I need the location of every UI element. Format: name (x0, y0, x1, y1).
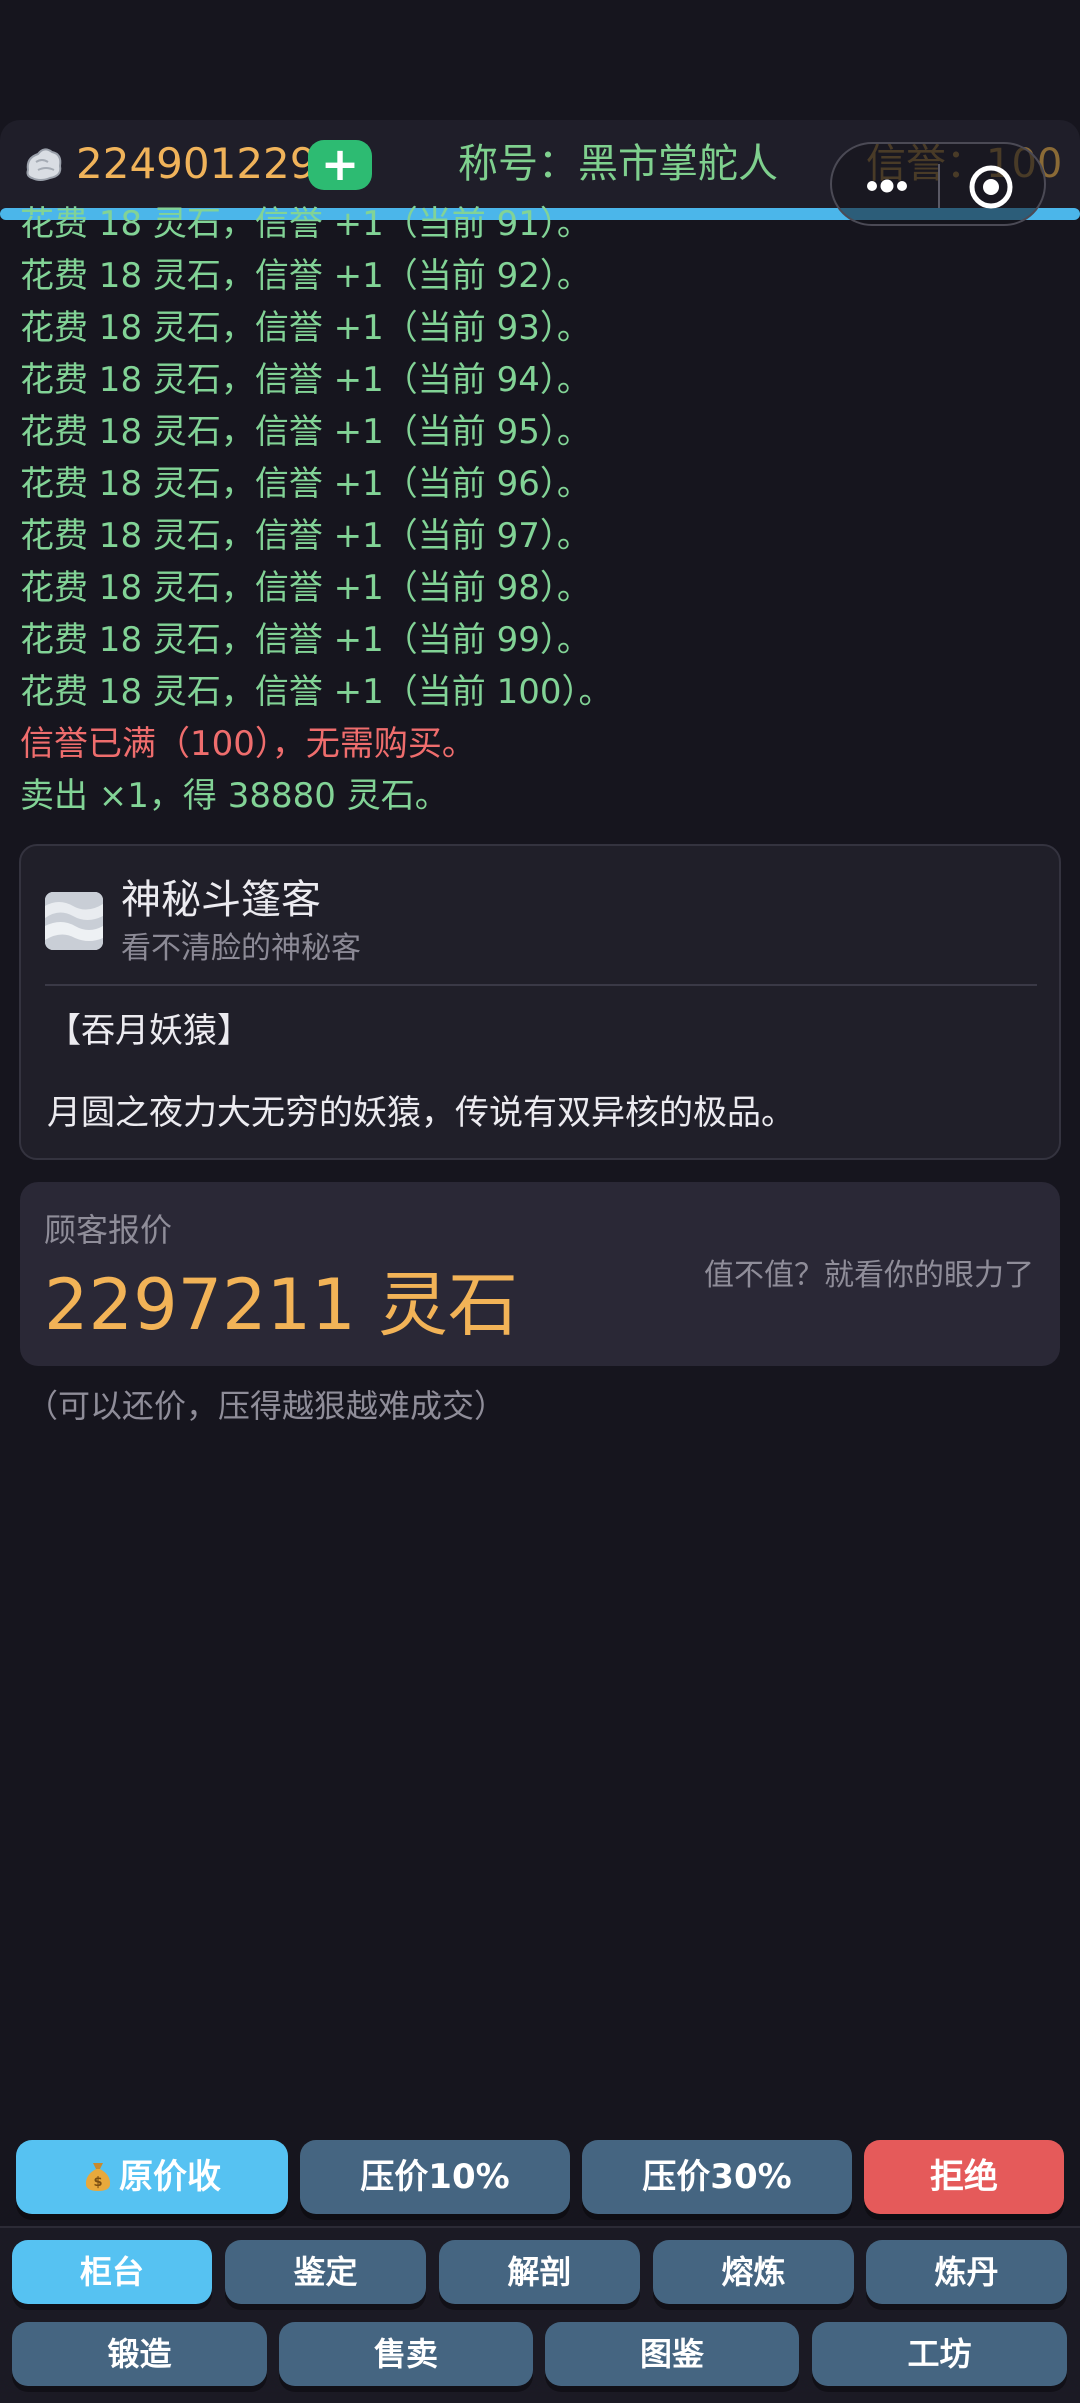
log-line: 花费 18 灵石，信誉 +1（当前 94）。 (20, 360, 591, 400)
cut-30-button[interactable]: 压价30% (582, 2140, 852, 2214)
tab-alchemy[interactable]: 炼丹 (866, 2240, 1067, 2304)
svg-text:$: $ (93, 2175, 102, 2190)
reject-button[interactable]: 拒绝 (864, 2140, 1064, 2214)
log-line: 花费 18 灵石，信誉 +1（当前 99）。 (20, 620, 591, 660)
card-divider (45, 984, 1037, 986)
accept-price-button[interactable]: $ 原价收 (16, 2140, 288, 2214)
tab-sell[interactable]: 售卖 (279, 2322, 533, 2386)
log-line: 卖出 ×1，得 38880 灵石。 (20, 776, 449, 816)
log-line-warning: 信誉已满（100），无需购买。 (20, 724, 476, 764)
log-line: 花费 18 灵石，信誉 +1（当前 91）。 (20, 204, 591, 244)
log-line: 花费 18 灵石，信誉 +1（当前 97）。 (20, 516, 591, 556)
item-description: 月圆之夜力大无穷的妖猿，传说有双异核的极品。 (47, 1093, 795, 1133)
tab-smelt[interactable]: 熔炼 (653, 2240, 854, 2304)
more-dots-icon[interactable] (864, 174, 910, 198)
tab-workshop[interactable]: 工坊 (812, 2322, 1067, 2386)
log-line: 花费 18 灵石，信誉 +1（当前 96）。 (20, 464, 591, 504)
cloak-avatar-icon (45, 892, 103, 950)
customer-description: 看不清脸的神秘客 (121, 931, 361, 966)
tab-dissect[interactable]: 解剖 (439, 2240, 640, 2304)
app-root: 224901229 + 称号：黑市掌舵人 信誉：100 花费 18 灵石，信誉 … (0, 0, 1080, 2403)
log-line: 花费 18 灵石，信誉 +1（当前 93）。 (20, 308, 591, 348)
accept-price-label: 原价收 (119, 2157, 221, 2197)
player-title: 称号：黑市掌舵人 (458, 141, 778, 187)
log-line: 花费 18 灵石，信誉 +1（当前 92）。 (20, 256, 591, 296)
add-stones-button[interactable]: + (308, 140, 372, 190)
tab-catalog[interactable]: 图鉴 (545, 2322, 799, 2386)
money-bag-icon: $ (85, 2163, 111, 2191)
customer-card: 神秘斗篷客 看不清脸的神秘客 【吞月妖猿】 月圆之夜力大无穷的妖猿，传说有双异核… (19, 844, 1061, 1160)
offer-hint: 值不值？就看你的眼力了 (704, 1258, 1034, 1293)
tab-appraise[interactable]: 鉴定 (225, 2240, 426, 2304)
tab-forge[interactable]: 锻造 (12, 2322, 267, 2386)
bargain-note: （可以还价，压得越狠越难成交） (26, 1387, 507, 1425)
spirit-stone-icon (26, 148, 62, 181)
offer-label: 顾客报价 (44, 1211, 173, 1249)
log-line: 花费 18 灵石，信誉 +1（当前 98）。 (20, 568, 591, 608)
cut-10-button[interactable]: 压价10% (300, 2140, 570, 2214)
offer-panel: 顾客报价 2297211 灵石 值不值？就看你的眼力了 (20, 1182, 1060, 1366)
customer-name: 神秘斗篷客 (121, 877, 321, 923)
log-line: 花费 18 灵石，信誉 +1（当前 95）。 (20, 412, 591, 452)
offer-price: 2297211 灵石 (44, 1264, 519, 1346)
log-line: 花费 18 灵石，信誉 +1（当前 100）。 (20, 672, 613, 712)
stone-balance: 224901229 (76, 139, 317, 188)
item-name: 【吞月妖猿】 (47, 1011, 251, 1051)
transaction-log: 花费 18 灵石，信誉 +1（当前 91）。 花费 18 灵石，信誉 +1（当前… (20, 200, 1060, 828)
tab-counter[interactable]: 柜台 (12, 2240, 212, 2304)
